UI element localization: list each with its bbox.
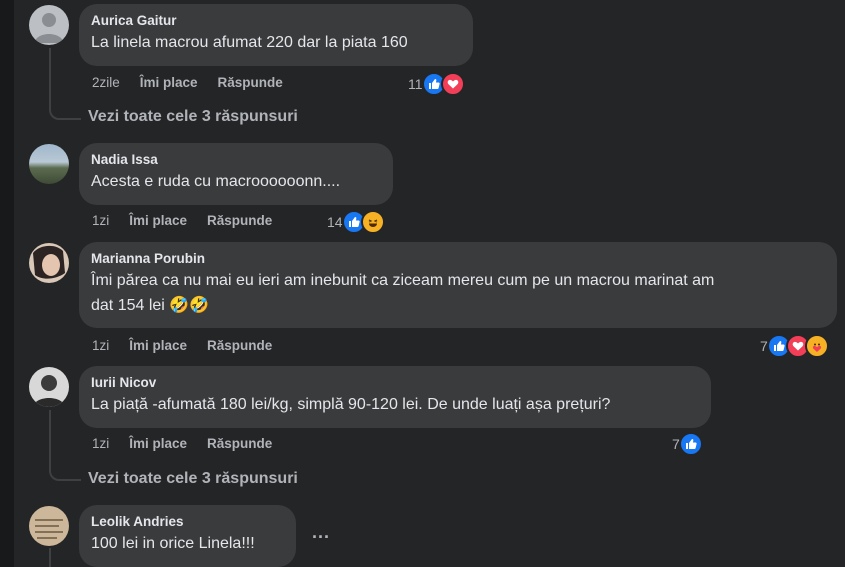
comment-actions: 1zi Îmi place Răspunde <box>92 436 272 451</box>
page-left-edge <box>0 0 14 567</box>
reply-button[interactable]: Răspunde <box>218 75 283 90</box>
rofl-emoji: 🤣🤣 <box>169 297 210 314</box>
more-options-button[interactable]: ... <box>312 522 330 543</box>
reply-button[interactable]: Răspunde <box>207 436 272 451</box>
avatar[interactable] <box>29 144 69 184</box>
avatar[interactable] <box>29 243 69 283</box>
reactions-count: 11 <box>408 76 423 92</box>
haha-icon <box>360 210 385 234</box>
comment-time[interactable]: 1zi <box>92 338 109 353</box>
comment-bubble: Marianna Porubin Îmi părea ca nu mai eu … <box>79 242 837 328</box>
comment-author[interactable]: Nadia Issa <box>91 151 381 168</box>
comment-author[interactable]: Marianna Porubin <box>91 250 825 267</box>
avatar[interactable] <box>29 506 69 546</box>
comment-bubble: Aurica Gaitur La linela macrou afumat 22… <box>79 4 473 66</box>
reactions-summary[interactable]: 14 <box>327 210 385 234</box>
comment-actions: 1zi Îmi place Răspunde <box>92 338 272 353</box>
comment-text: Îmi părea ca nu mai eu ieri am inebunit … <box>91 268 825 318</box>
see-all-replies-link[interactable]: Vezi toate cele 3 răspunsuri <box>88 470 298 488</box>
comment-bubble: Iurii Nicov La piață -afumată 180 lei/kg… <box>79 366 711 428</box>
like-button[interactable]: Îmi place <box>140 75 198 90</box>
love-icon <box>440 72 465 96</box>
thread-connector <box>49 467 81 481</box>
thread-connector <box>49 106 81 120</box>
avatar[interactable] <box>29 5 69 45</box>
reactions-summary[interactable]: 7 <box>672 432 703 456</box>
comment-bubble: Nadia Issa Acesta e ruda cu macroooooonn… <box>79 143 393 205</box>
comment-text: Acesta e ruda cu macroooooonn.... <box>91 173 341 190</box>
comment-author[interactable]: Leolik Andries <box>91 513 284 530</box>
reactions-summary[interactable]: 7 <box>760 334 829 358</box>
comment-text-line: Îmi părea ca nu mai eu ieri am inebunit … <box>91 272 715 289</box>
avatar[interactable] <box>29 367 69 407</box>
comment-actions: 2zile Îmi place Răspunde <box>92 75 283 90</box>
reactions-summary[interactable]: 11 <box>408 72 465 96</box>
care-icon <box>804 334 829 358</box>
comment-text: 100 lei in orice Linela!!! <box>91 535 255 552</box>
reply-button[interactable]: Răspunde <box>207 338 272 353</box>
comment-text: La piață -afumată 180 lei/kg, simplă 90-… <box>91 396 611 413</box>
see-all-replies-link[interactable]: Vezi toate cele 3 răspunsuri <box>88 108 298 126</box>
comment-time[interactable]: 2zile <box>92 75 120 90</box>
like-button[interactable]: Îmi place <box>129 436 187 451</box>
comment-actions: 1zi Îmi place Răspunde <box>92 213 272 228</box>
comment-author[interactable]: Iurii Nicov <box>91 374 699 391</box>
comment-bubble: Leolik Andries 100 lei in orice Linela!!… <box>79 505 296 567</box>
comment-text-line: dat 154 lei <box>91 297 165 314</box>
thread-line <box>49 548 51 567</box>
reply-button[interactable]: Răspunde <box>207 213 272 228</box>
reactions-count: 14 <box>327 214 343 230</box>
like-button[interactable]: Îmi place <box>129 338 187 353</box>
like-icon <box>678 432 703 456</box>
comment-time[interactable]: 1zi <box>92 213 109 228</box>
like-button[interactable]: Îmi place <box>129 213 187 228</box>
comment-author[interactable]: Aurica Gaitur <box>91 12 461 29</box>
comment-text: La linela macrou afumat 220 dar la piata… <box>91 34 408 51</box>
thread-line <box>49 410 51 467</box>
thread-line <box>49 48 51 106</box>
comment-time[interactable]: 1zi <box>92 436 109 451</box>
